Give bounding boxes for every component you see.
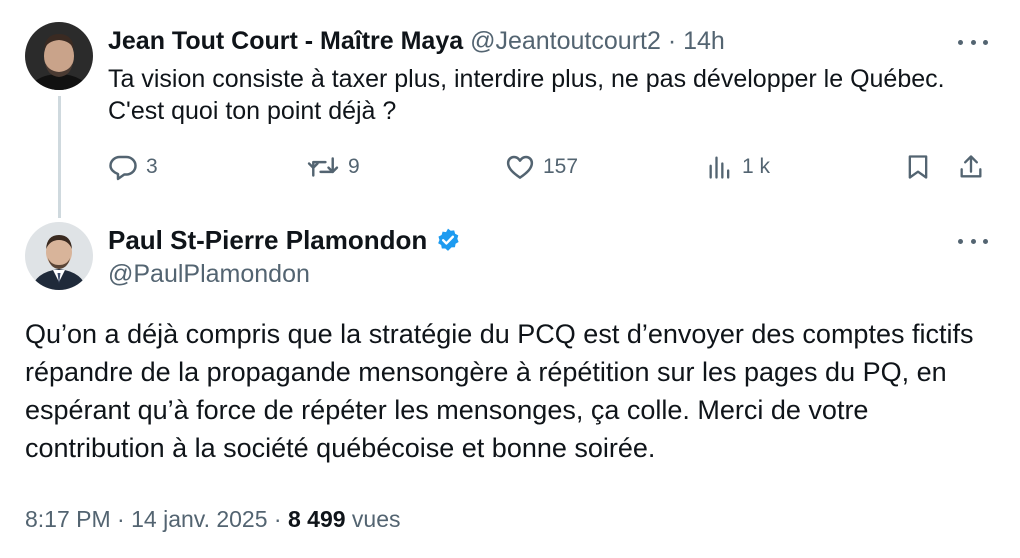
like-count: 157 <box>543 155 579 178</box>
reply-header: Jean Tout Court - Maître Maya @Jeantoutc… <box>108 26 725 56</box>
separator-dot: · <box>117 506 125 532</box>
tweet-meta: 8:17 PM · 14 janv. 2025 · 8 499 vues <box>25 504 401 534</box>
reply-button[interactable]: 3 <box>108 150 158 184</box>
reply-text: Ta vision consiste à taxer plus, interdi… <box>108 65 945 125</box>
avatar[interactable] <box>25 22 93 90</box>
author-name[interactable]: Jean Tout Court - Maître Maya <box>108 27 463 55</box>
avatar-image <box>25 22 93 90</box>
share-button[interactable] <box>957 150 985 184</box>
author-name[interactable]: Paul St-Pierre Plamondon <box>108 224 427 256</box>
avatar[interactable] <box>25 222 93 290</box>
bookmark-button[interactable] <box>904 150 932 184</box>
speech-bubble-icon <box>109 155 137 181</box>
views-count: 1 k <box>742 155 771 178</box>
views-label: vues <box>351 506 401 532</box>
like-button[interactable]: 157 <box>505 150 578 184</box>
tweet-text: Qu’on a déjà compris que la stratégie du… <box>25 319 974 463</box>
author-handle[interactable]: @PaulPlamondon <box>108 258 310 290</box>
bar-chart-icon <box>709 156 730 179</box>
thread-connector-line <box>58 96 61 218</box>
more-dots-icon <box>958 238 963 244</box>
heart-icon <box>506 155 534 179</box>
share-icon <box>960 155 982 178</box>
main-author-row: Paul St-Pierre Plamondon <box>108 224 461 256</box>
bookmark-icon <box>908 155 928 179</box>
more-dots-icon <box>958 39 963 45</box>
views-button[interactable]: 1 k <box>706 150 770 184</box>
verified-badge-icon <box>438 228 459 251</box>
repost-arrows-icon <box>307 157 339 177</box>
tweet-time[interactable]: 8:17 PM <box>25 506 111 532</box>
avatar-image <box>25 222 93 290</box>
more-options-button[interactable] <box>958 236 988 246</box>
more-options-button[interactable] <box>958 37 988 47</box>
tweet-date[interactable]: 14 janv. 2025 <box>131 506 267 532</box>
repost-button[interactable]: 9 <box>306 150 360 184</box>
timestamp[interactable]: 14h <box>683 27 725 55</box>
repost-count: 9 <box>348 155 360 178</box>
separator-dot: · <box>667 27 677 55</box>
author-handle[interactable]: @Jeantoutcourt2 <box>470 27 661 55</box>
action-bar: 3 9 157 1 k <box>108 150 988 184</box>
separator-dot: · <box>273 506 282 532</box>
reply-count: 3 <box>146 155 158 178</box>
views-count: 8 499 <box>287 506 346 532</box>
